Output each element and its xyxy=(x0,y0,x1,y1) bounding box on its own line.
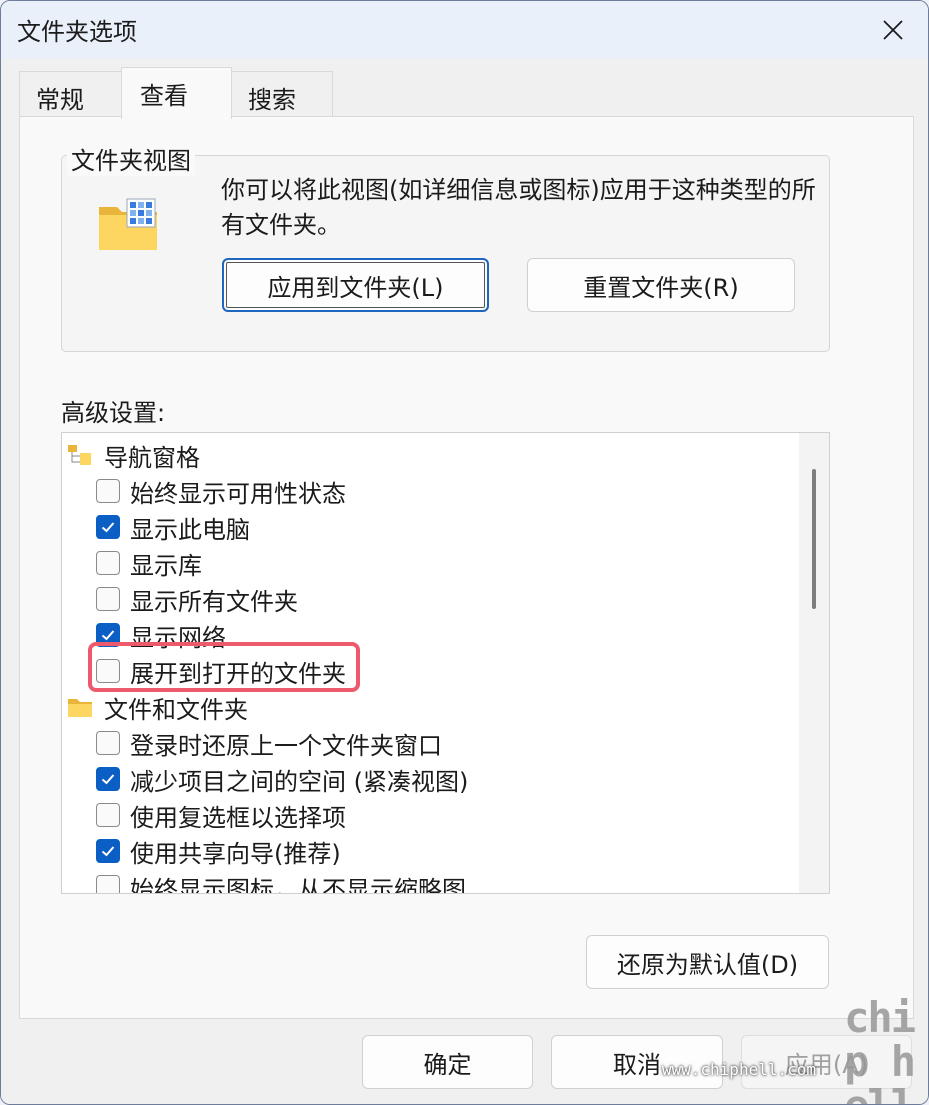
tab-view[interactable]: 查看 xyxy=(121,67,232,119)
folder-icon xyxy=(68,699,92,717)
checkbox-unchecked[interactable] xyxy=(96,587,120,611)
window-title: 文件夹选项 xyxy=(17,18,137,46)
tree-item-label: 始终显示可用性状态 xyxy=(130,479,346,508)
advanced-settings-label: 高级设置: xyxy=(61,399,166,427)
tab-general[interactable]: 常规 xyxy=(19,71,122,117)
tree-item-label: 显示所有文件夹 xyxy=(130,587,298,616)
tree-checkbox-item[interactable]: 显示库 xyxy=(96,545,202,581)
tree-category-label: 导航窗格 xyxy=(104,443,200,472)
scrollbar-thumb[interactable] xyxy=(812,469,816,609)
tab-label: 搜索 xyxy=(248,86,296,114)
checkmark-icon xyxy=(101,522,115,533)
tree-checkbox-item[interactable]: 显示所有文件夹 xyxy=(96,581,298,617)
folder-views-legend: 文件夹视图 xyxy=(67,141,195,176)
tree-checkbox-item[interactable]: 减少项目之间的空间 (紧凑视图) xyxy=(96,761,468,797)
checkbox-unchecked[interactable] xyxy=(96,479,120,503)
watermark-logo: chip hell xyxy=(844,993,916,1105)
tree-checkbox-item[interactable]: 登录时还原上一个文件夹窗口 xyxy=(96,725,442,761)
ok-button[interactable]: 确定 xyxy=(362,1035,533,1089)
apply-to-folders-button[interactable]: 应用到文件夹(L) xyxy=(222,258,489,312)
checkbox-unchecked[interactable] xyxy=(96,551,120,575)
folder-views-description: 你可以将此视图(如详细信息或图标)应用于这种类型的所有文件夹。 xyxy=(221,176,816,239)
tree-item-label: 减少项目之间的空间 (紧凑视图) xyxy=(130,767,469,796)
tree-checkbox-item[interactable]: 使用复选框以选择项 xyxy=(96,797,346,833)
tab-label: 查看 xyxy=(140,82,188,110)
checkbox-unchecked[interactable] xyxy=(96,803,120,827)
tree-checkbox-item[interactable]: 显示此电脑 xyxy=(96,509,250,545)
tree-checkbox-item[interactable]: 使用共享向导(推荐) xyxy=(96,833,341,869)
checkmark-icon xyxy=(101,630,115,641)
checkmark-icon xyxy=(101,774,115,785)
highlight-annotation xyxy=(88,642,360,692)
checkbox-checked[interactable] xyxy=(96,767,120,791)
tree-item-label: 登录时还原上一个文件夹窗口 xyxy=(130,731,442,760)
checkbox-unchecked[interactable] xyxy=(96,731,120,755)
restore-defaults-button[interactable]: 还原为默认值(D) xyxy=(586,935,829,989)
folder-options-dialog: 文件夹选项 常规 查看 搜索 文件夹视图 你可以将此视图(如详细信息或图标)应用… xyxy=(0,0,929,1105)
tree-category-navigation-pane: 导航窗格 xyxy=(66,437,200,473)
tab-search[interactable]: 搜索 xyxy=(231,71,333,117)
title-bar: 文件夹选项 xyxy=(1,1,928,59)
tree-scrollbar[interactable] xyxy=(799,433,829,893)
folder-view-icon xyxy=(99,198,157,250)
reset-folders-button[interactable]: 重置文件夹(R) xyxy=(527,258,795,312)
tree-item-label: 使用共享向导(推荐) xyxy=(130,839,341,868)
nav-pane-icon xyxy=(68,445,91,465)
tree-checkbox-item[interactable]: 始终显示可用性状态 xyxy=(96,473,346,509)
checkbox-unchecked[interactable] xyxy=(96,875,120,893)
tree-item-label: 使用复选框以选择项 xyxy=(130,803,346,832)
tab-label: 常规 xyxy=(36,86,84,114)
tree-category-files-and-folders: 文件和文件夹 xyxy=(66,689,248,725)
tree-item-label: 显示库 xyxy=(130,551,202,580)
tree-category-label: 文件和文件夹 xyxy=(104,695,248,724)
close-button[interactable] xyxy=(858,1,928,59)
checkmark-icon xyxy=(101,846,115,857)
close-icon xyxy=(883,20,903,40)
checkbox-checked[interactable] xyxy=(96,839,120,863)
tree-item-label: 显示此电脑 xyxy=(130,515,250,544)
tree-item-label: 始终显示图标，从不显示缩略图 xyxy=(130,875,466,894)
tree-checkbox-item[interactable]: 始终显示图标，从不显示缩略图 xyxy=(96,869,466,894)
watermark: chip hell www.chiphell.com xyxy=(662,993,916,1105)
watermark-url: www.chiphell.com xyxy=(661,1060,816,1079)
checkbox-checked[interactable] xyxy=(96,515,120,539)
